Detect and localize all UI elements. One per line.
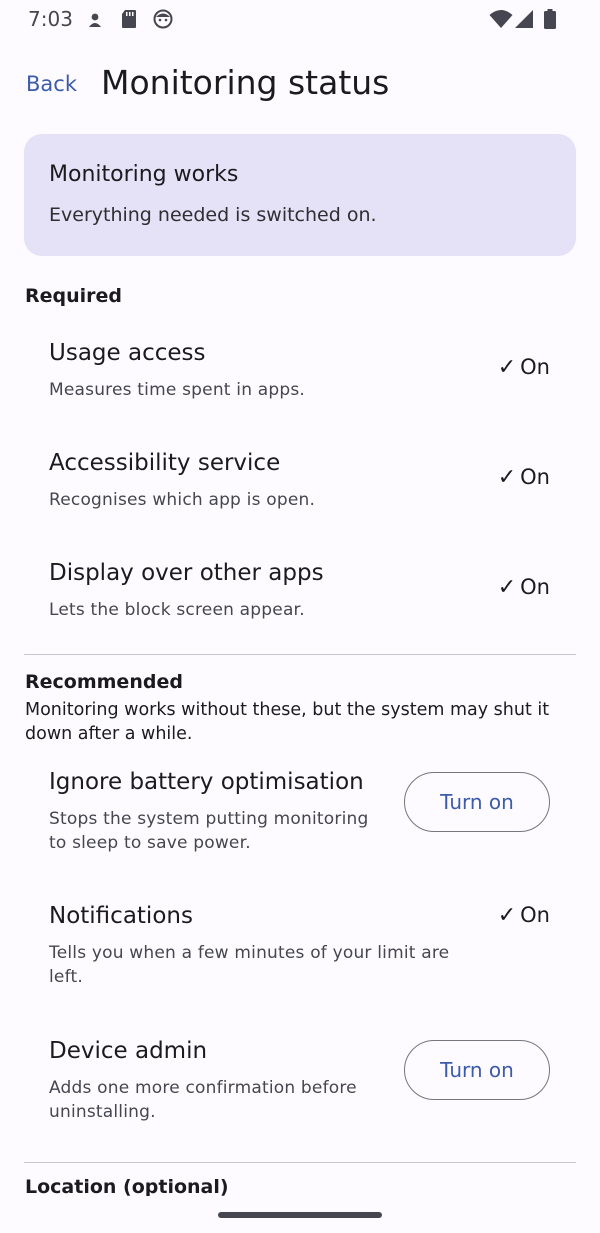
cell-signal-icon <box>514 9 534 33</box>
section-divider <box>24 654 576 655</box>
location-heading: Location (optional) <box>25 1176 229 1196</box>
turn-on-battery-button[interactable]: Turn on <box>404 772 550 832</box>
sd-card-icon <box>121 9 137 33</box>
setting-title: Usage access <box>49 340 206 366</box>
status-label: On <box>520 903 550 927</box>
status-bar: 7:03 <box>0 0 600 40</box>
setting-title: Display over other apps <box>49 560 324 586</box>
summary-title: Monitoring works <box>49 162 239 187</box>
setting-desc: Lets the block screen appear. <box>49 600 305 620</box>
setting-desc: Measures time spent in apps. <box>49 380 306 400</box>
setting-desc: Adds one more confirmation before uninst… <box>49 1078 357 1122</box>
status-label: On <box>520 465 550 489</box>
setting-title: Ignore battery optimisation <box>49 769 364 795</box>
status-label: On <box>520 355 550 379</box>
turn-on-device-admin-button[interactable]: Turn on <box>404 1040 550 1100</box>
summary-text: Everything needed is switched on. <box>49 204 377 226</box>
status-on: ✓ On <box>498 903 550 928</box>
status-label: On <box>520 575 550 599</box>
gesture-nav-handle[interactable] <box>218 1212 382 1218</box>
status-on: ✓ On <box>498 465 550 490</box>
setting-desc: Recognises which app is open. <box>49 490 316 510</box>
back-button[interactable]: Back <box>26 72 77 96</box>
status-on: ✓ On <box>498 355 550 380</box>
required-heading: Required <box>25 285 123 307</box>
person-icon <box>88 9 102 33</box>
setting-title: Accessibility service <box>49 450 281 476</box>
face-icon <box>153 9 173 33</box>
check-icon: ✓ <box>497 465 517 490</box>
page-title: Monitoring status <box>101 63 390 102</box>
setting-desc: Tells you when a few minutes of your lim… <box>49 943 450 987</box>
check-icon: ✓ <box>497 903 517 928</box>
setting-title: Device admin <box>49 1038 208 1064</box>
status-on: ✓ On <box>498 575 550 600</box>
section-divider <box>24 1162 576 1163</box>
battery-icon <box>543 9 557 33</box>
wifi-icon <box>489 9 513 33</box>
setting-desc: Stops the system putting monitoring to s… <box>49 809 369 853</box>
recommended-heading: Recommended <box>25 671 183 693</box>
setting-title: Notifications <box>49 903 193 929</box>
status-time: 7:03 <box>28 7 73 31</box>
summary-card: Monitoring works Everything needed is sw… <box>24 134 576 256</box>
check-icon: ✓ <box>497 355 517 380</box>
check-icon: ✓ <box>497 575 517 600</box>
recommended-desc: Monitoring works without these, but the … <box>25 700 550 744</box>
